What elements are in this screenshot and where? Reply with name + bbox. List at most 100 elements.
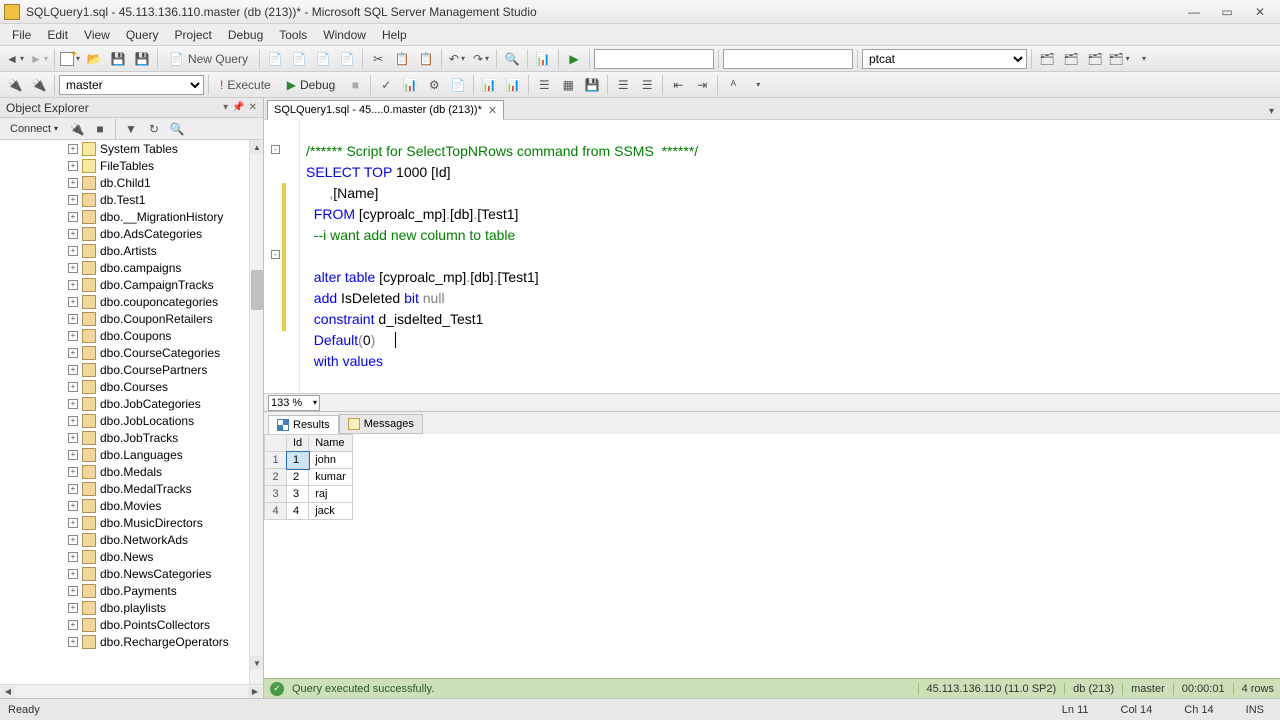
cut-button[interactable]: ✂ <box>367 48 389 70</box>
debug-button[interactable]: ▶ Debug <box>280 74 343 96</box>
tab-list-dropdown[interactable]: ▾ <box>1267 104 1276 119</box>
document-tab[interactable]: SQLQuery1.sql - 45....0.master (db (213)… <box>267 100 504 120</box>
save-all-button[interactable]: 💾 <box>131 48 153 70</box>
row-header[interactable]: 1 <box>265 452 287 469</box>
close-button[interactable]: ✕ <box>1244 2 1276 22</box>
expand-icon[interactable]: + <box>68 603 78 613</box>
cell[interactable]: 3 <box>287 486 309 503</box>
expand-icon[interactable]: + <box>68 399 78 409</box>
copy-button[interactable]: 📋 <box>391 48 413 70</box>
column-header[interactable]: Name <box>309 435 353 452</box>
zoom-combo[interactable]: 133 %▾ <box>268 395 320 411</box>
expand-icon[interactable]: + <box>68 586 78 596</box>
tab-messages[interactable]: Messages <box>339 414 423 434</box>
tree-table[interactable]: +dbo.Courses <box>0 378 263 395</box>
tree-table[interactable]: +dbo.RechargeOperators <box>0 633 263 650</box>
expand-icon[interactable]: + <box>68 314 78 324</box>
scroll-right-icon[interactable]: ▶ <box>248 686 262 698</box>
tree-table[interactable]: +dbo.PointsCollectors <box>0 616 263 633</box>
cell[interactable]: jack <box>309 503 353 520</box>
specify-values-button[interactable]: ᴬ <box>722 74 744 96</box>
row-header[interactable]: 3 <box>265 486 287 503</box>
table-row[interactable]: 22kumar <box>265 469 353 486</box>
row-header[interactable]: 2 <box>265 469 287 486</box>
tree-folder[interactable]: +System Tables <box>0 140 263 157</box>
expand-icon[interactable]: + <box>68 348 78 358</box>
tree-table[interactable]: +dbo.NewsCategories <box>0 565 263 582</box>
results-text-button[interactable]: ☰ <box>533 74 555 96</box>
tab-close-icon[interactable]: ✕ <box>488 104 497 117</box>
open-file-button[interactable]: 📂 <box>83 48 105 70</box>
expand-icon[interactable]: + <box>68 552 78 562</box>
scroll-down-icon[interactable]: ▼ <box>250 656 263 670</box>
expand-icon[interactable]: + <box>68 467 78 477</box>
back-button[interactable]: ◄▾ <box>4 48 26 70</box>
scroll-up-icon[interactable]: ▲ <box>250 140 263 154</box>
expand-icon[interactable]: + <box>68 535 78 545</box>
tree-table[interactable]: +dbo.CampaignTracks <box>0 276 263 293</box>
maximize-button[interactable]: ▭ <box>1211 2 1243 22</box>
outline-collapse-icon[interactable]: - <box>271 250 280 259</box>
database-selector[interactable]: master <box>59 75 204 95</box>
tab-results[interactable]: Results <box>268 415 339 435</box>
expand-icon[interactable]: + <box>68 297 78 307</box>
menu-file[interactable]: File <box>4 26 39 44</box>
expand-icon[interactable]: + <box>68 331 78 341</box>
tree-table[interactable]: +dbo.NetworkAds <box>0 531 263 548</box>
tree-table[interactable]: +dbo.JobTracks <box>0 429 263 446</box>
connect-button[interactable]: 🔌 <box>4 74 26 96</box>
tree-table[interactable]: +dbo.MusicDirectors <box>0 514 263 531</box>
object-explorer-tree[interactable]: +System Tables+FileTables+db.Child1+db.T… <box>0 140 263 684</box>
expand-icon[interactable]: + <box>68 637 78 647</box>
connect-dropdown[interactable]: Connect ▾ <box>4 121 64 137</box>
change-connection-button[interactable]: 🔌 <box>28 74 50 96</box>
filter-button[interactable]: ▼ <box>121 119 141 139</box>
tree-table[interactable]: +dbo.Payments <box>0 582 263 599</box>
results-file-button[interactable]: 💾 <box>581 74 603 96</box>
table-row[interactable]: 11john <box>265 452 353 469</box>
tree-table[interactable]: +db.Test1 <box>0 191 263 208</box>
paste-button[interactable]: 📋 <box>415 48 437 70</box>
expand-icon[interactable]: + <box>68 280 78 290</box>
tree-table[interactable]: +dbo.MedalTracks <box>0 480 263 497</box>
save-button[interactable]: 💾 <box>107 48 129 70</box>
undo-button[interactable]: ↶▾ <box>446 48 468 70</box>
expand-icon[interactable]: + <box>68 161 78 171</box>
expand-icon[interactable]: + <box>68 246 78 256</box>
tree-table[interactable]: +dbo.CourseCategories <box>0 344 263 361</box>
tree-table[interactable]: +dbo.AdsCategories <box>0 225 263 242</box>
toolbar-options-button[interactable]: ▾ <box>1132 48 1154 70</box>
expand-icon[interactable]: + <box>68 212 78 222</box>
expand-icon[interactable]: + <box>68 365 78 375</box>
oe-vscroll[interactable]: ▲ ▼ <box>249 140 263 684</box>
decrease-indent-button[interactable]: ⇤ <box>667 74 689 96</box>
analysis-query-button[interactable]: 📄 <box>288 48 310 70</box>
menu-project[interactable]: Project <box>167 26 220 44</box>
column-header[interactable]: Id <box>287 435 309 452</box>
menu-query[interactable]: Query <box>118 26 167 44</box>
solution-config-combo[interactable] <box>594 49 714 69</box>
expand-icon[interactable]: + <box>68 382 78 392</box>
redo-button[interactable]: ↷▾ <box>470 48 492 70</box>
row-header[interactable]: 4 <box>265 503 287 520</box>
query-options-button[interactable]: ⚙ <box>423 74 445 96</box>
refresh-button[interactable]: ↻ <box>144 119 164 139</box>
expand-icon[interactable]: + <box>68 484 78 494</box>
stop-button[interactable]: ■ <box>344 74 366 96</box>
expand-icon[interactable]: + <box>68 433 78 443</box>
tree-table[interactable]: +dbo.couponcategories <box>0 293 263 310</box>
engine-query-button[interactable]: 📄 <box>264 48 286 70</box>
tree-table[interactable]: +dbo.JobCategories <box>0 395 263 412</box>
sql-editor[interactable]: - - /****** Script for SelectTopNRows co… <box>264 120 1280 393</box>
cell[interactable]: 1 <box>287 452 309 469</box>
menu-help[interactable]: Help <box>374 26 415 44</box>
activity-monitor-button[interactable]: 📊 <box>532 48 554 70</box>
menu-window[interactable]: Window <box>315 26 374 44</box>
results-grid[interactable]: Id Name 11john22kumar33raj44jack <box>264 434 1280 678</box>
cell[interactable]: raj <box>309 486 353 503</box>
oe-hscroll[interactable]: ◀ ▶ <box>0 684 263 698</box>
tree-table[interactable]: +dbo.Movies <box>0 497 263 514</box>
new-query-button[interactable]: 📄 New Query <box>162 48 255 70</box>
expand-icon[interactable]: + <box>68 569 78 579</box>
search-oe-button[interactable]: 🔍 <box>167 119 187 139</box>
